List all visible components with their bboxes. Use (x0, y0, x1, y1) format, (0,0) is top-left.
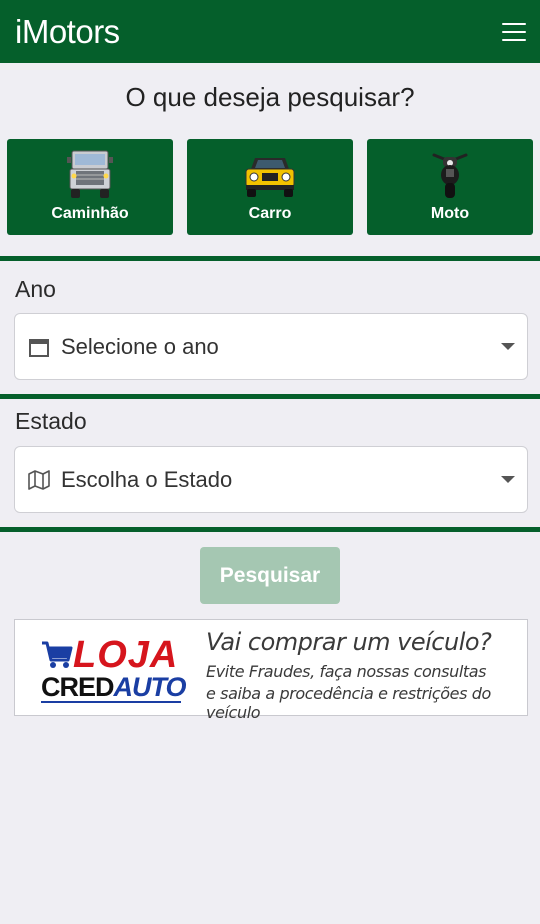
vehicle-type-selector: Caminhão Carro Moto (7, 139, 534, 235)
ad-banner[interactable]: LOJA CREDAUTO Vai comprar um veículo? Ev… (14, 619, 528, 722)
section-divider (0, 394, 540, 399)
brand-logo[interactable]: iMotors (15, 13, 120, 51)
calendar-icon (27, 335, 51, 359)
loja-credauto-logo: LOJA CREDAUTO (41, 634, 191, 704)
top-bar: iMotors (0, 0, 540, 63)
state-select-value: Escolha o Estado (61, 466, 233, 492)
search-button[interactable]: Pesquisar (200, 547, 340, 604)
chevron-down-icon (501, 476, 515, 483)
year-select[interactable]: Selecione o ano (14, 313, 528, 380)
shopping-cart-icon (42, 641, 73, 668)
motorcycle-icon (432, 153, 468, 198)
state-label: Estado (15, 408, 87, 434)
chevron-down-icon (501, 343, 515, 350)
banner-title: Vai comprar um veículo? (206, 628, 492, 656)
map-icon (27, 468, 51, 492)
truck-button[interactable]: Caminhão (7, 139, 173, 235)
logo-credauto-text: CREDAUTO (41, 672, 187, 703)
banner-line-2: e saiba a procedência e restrições do ve… (206, 684, 491, 722)
car-icon (245, 158, 295, 197)
section-divider (0, 256, 540, 261)
logo-loja-text: LOJA (73, 634, 179, 676)
car-button[interactable]: Carro (187, 139, 353, 235)
truck-label: Caminhão (51, 205, 129, 222)
section-divider (0, 527, 540, 532)
motorcycle-button[interactable]: Moto (367, 139, 533, 235)
state-select[interactable]: Escolha o Estado (14, 446, 528, 513)
logo-cred-text: CRED (41, 672, 115, 702)
hamburger-menu-icon[interactable] (502, 22, 526, 41)
year-label: Ano (15, 276, 56, 302)
logo-auto-text: AUTO (113, 672, 187, 702)
motorcycle-label: Moto (430, 205, 470, 222)
car-label: Carro (248, 205, 292, 222)
logo-underline (41, 701, 181, 703)
year-select-value: Selecione o ano (61, 333, 219, 359)
truck-icon (67, 150, 113, 198)
banner-line-1: Evite Fraudes, faça nossas consultas (206, 662, 487, 681)
page-question: O que deseja pesquisar? (125, 82, 415, 112)
